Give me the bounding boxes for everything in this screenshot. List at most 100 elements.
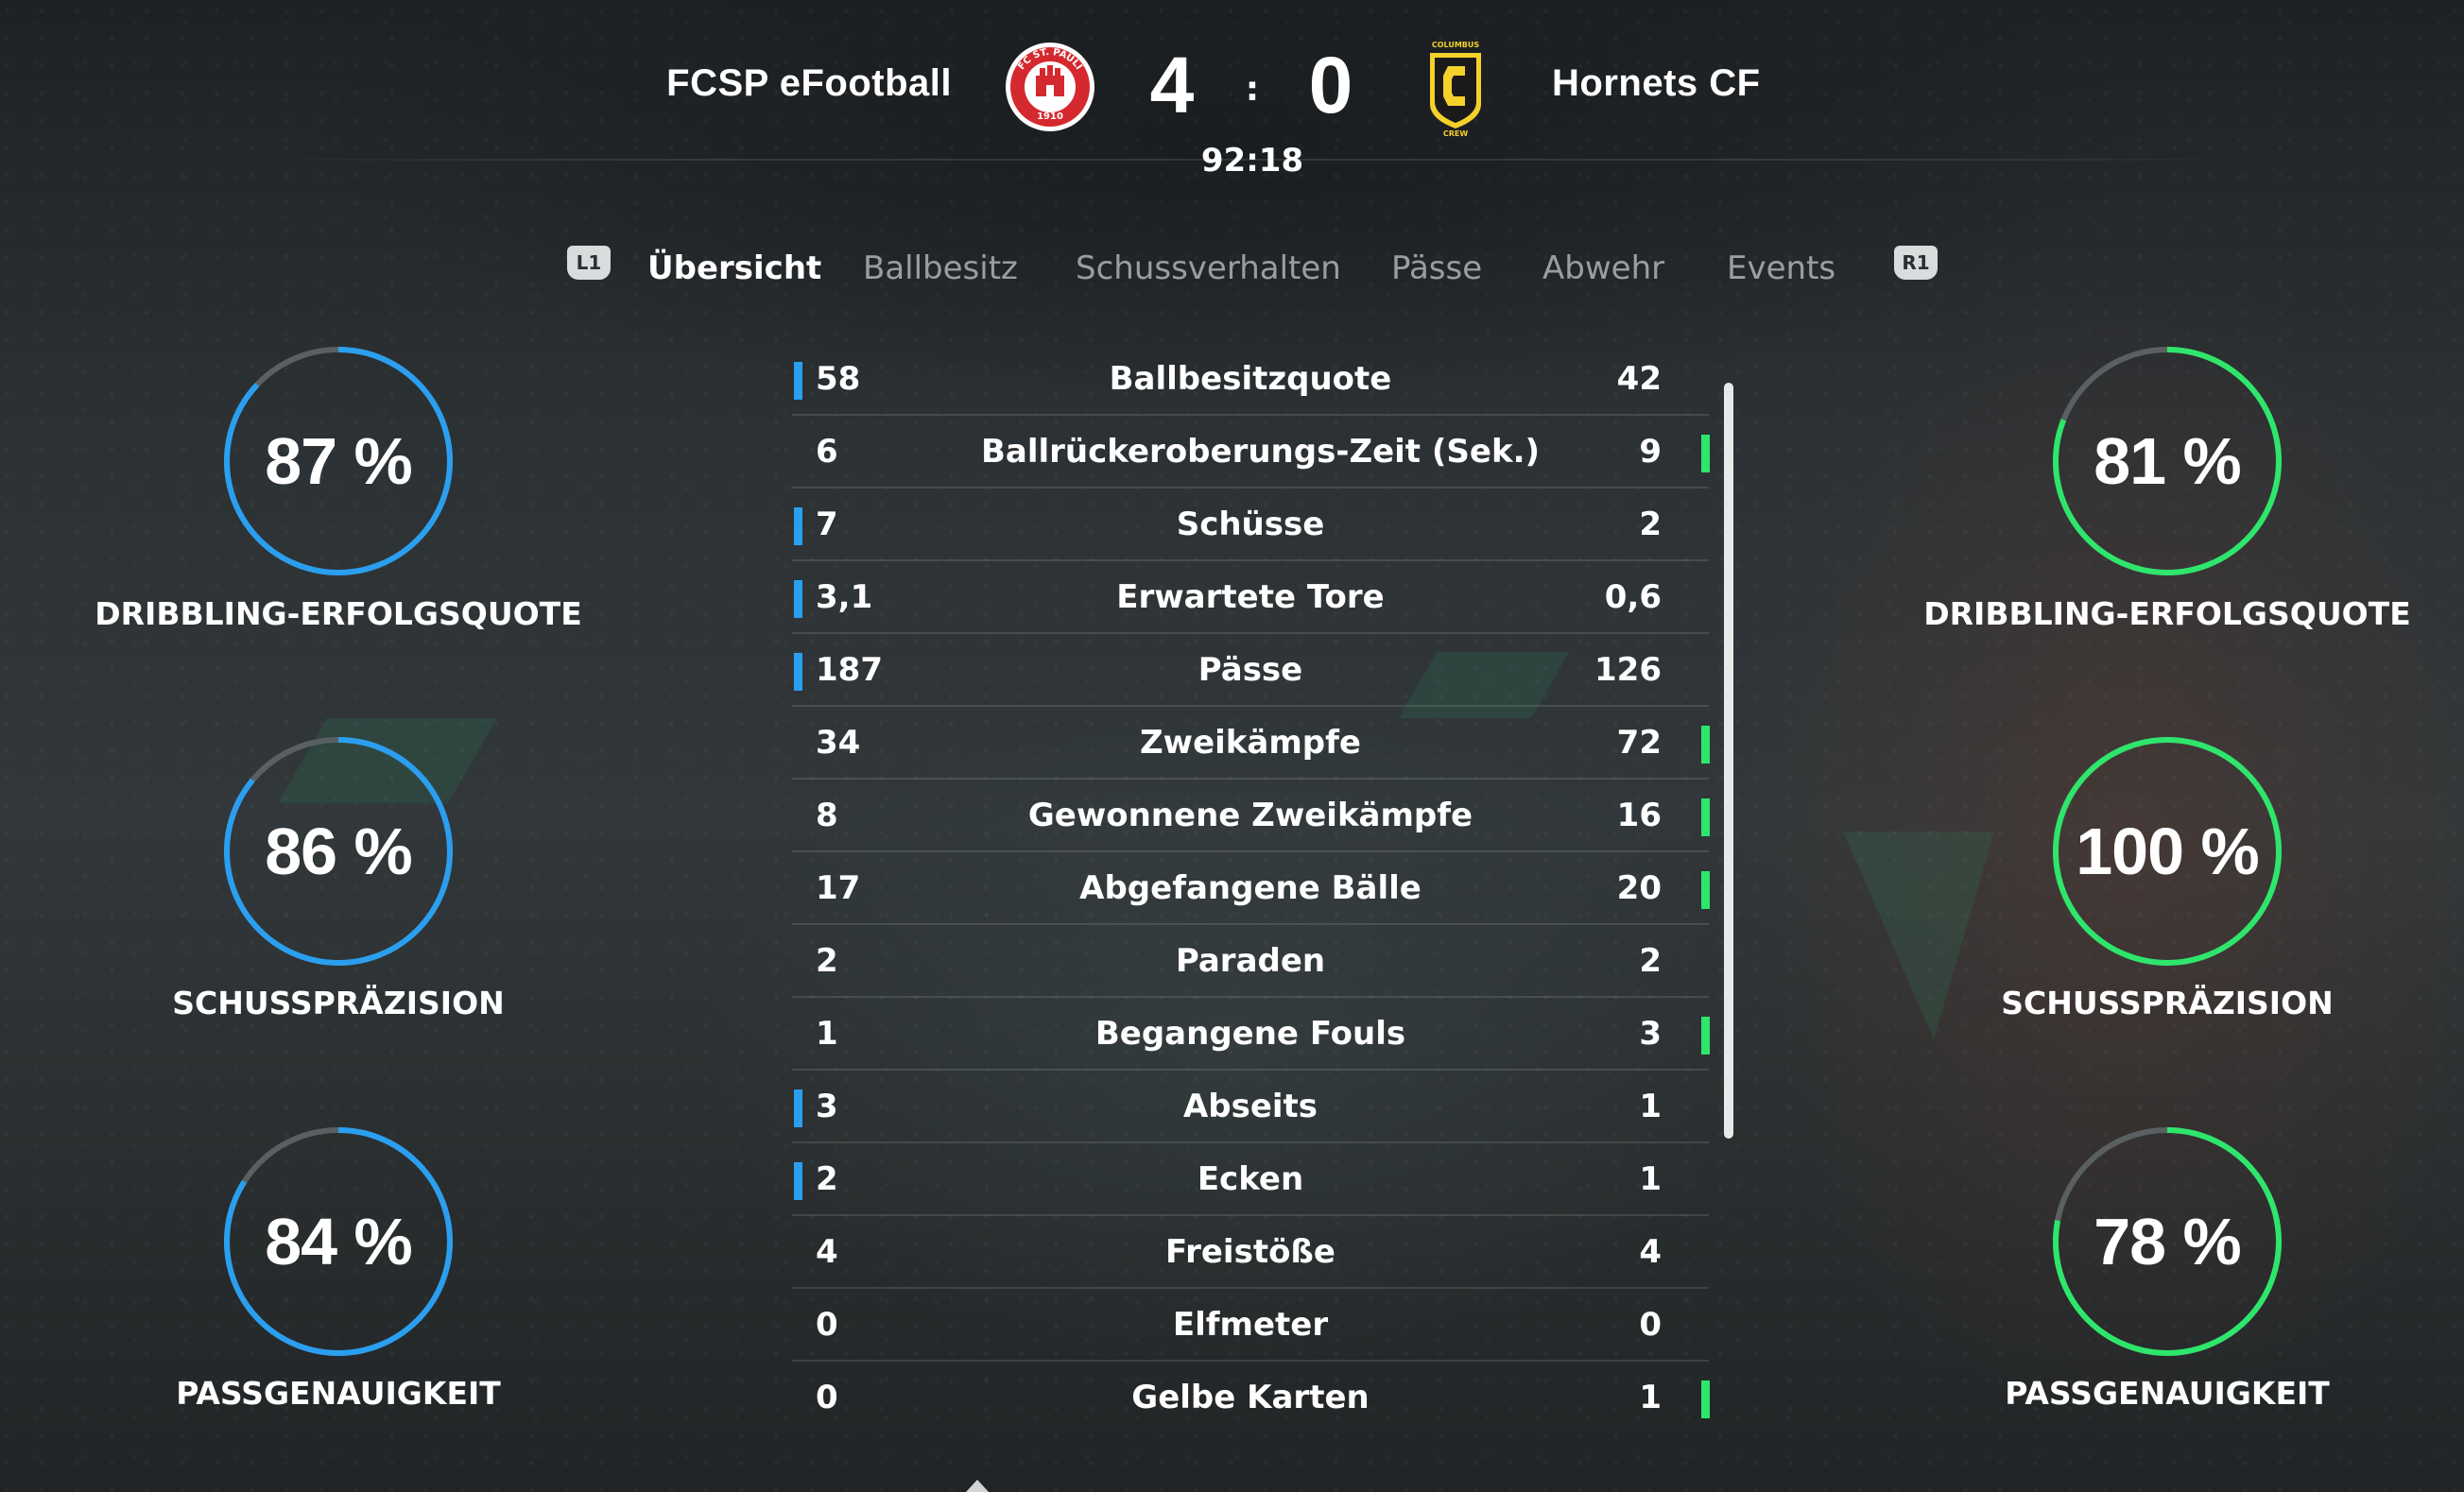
stat-away-value: 72 [1616,724,1662,762]
stat-label: Freistöße [1165,1233,1335,1271]
tab-events[interactable]: Events [1727,242,1835,295]
home-lead-bar [794,653,802,691]
stat-away-value: 0,6 [1604,578,1662,616]
stat-home-value: 17 [816,869,861,907]
home-team-name: FCSP eFootball [666,62,952,104]
stat-away-value: 3 [1639,1015,1662,1053]
away-team-crest: COLUMBUS CREW [1422,38,1489,138]
stat-row: 3 Abseits 1 [792,1071,1709,1143]
stat-away-value: 2 [1639,506,1662,543]
stat-away-value: 1 [1639,1379,1662,1416]
home-lead-bar [794,1162,802,1200]
stat-home-value: 8 [816,797,838,834]
stats-scrollbar[interactable] [1724,383,1733,1139]
home-shot-accuracy-gauge: 86 % [220,733,457,969]
stat-label: Paraden [1175,942,1326,980]
stat-row: 187 Pässe 126 [792,634,1709,707]
away-score: 0 [1308,41,1353,129]
stat-row: 4 Freistöße 4 [792,1216,1709,1289]
stat-row: 7 Schüsse 2 [792,489,1709,561]
home-pass-accuracy-label: PASSGENAUIGKEIT [176,1375,501,1412]
stat-label: Zweikämpfe [1140,724,1361,762]
home-lead-bar [794,507,802,545]
gauge-value: 81 % [2094,424,2242,498]
tab-uebersicht[interactable]: Übersicht [647,242,821,295]
away-team-name: Hornets CF [1552,62,1761,104]
home-dribbling-gauge: 87 % [220,343,457,579]
gauge-value: 84 % [265,1205,413,1278]
stat-home-value: 1 [816,1015,838,1053]
stat-away-value: 1 [1639,1088,1662,1125]
stat-away-value: 126 [1594,651,1662,689]
stat-label: Gelbe Karten [1131,1379,1370,1416]
stat-home-value: 4 [816,1233,838,1271]
away-crest-top-text: COLUMBUS [1432,41,1480,49]
stat-label: Erwartete Tore [1116,578,1385,616]
gauge-value: 86 % [265,815,413,888]
stat-label: Begangene Fouls [1094,1015,1406,1053]
stat-row: 6 Ballrückeroberungs-Zeit (Sek.) 9 [792,416,1710,489]
l1-bumper-icon[interactable]: L1 [567,246,611,280]
away-lead-bar [1701,1017,1710,1055]
match-clock: 92:18 [1200,142,1304,180]
stat-row: 0 Elfmeter 0 [792,1289,1709,1362]
stat-home-value: 7 [816,506,838,543]
stat-away-value: 20 [1616,869,1662,907]
stat-label: Abgefangene Bälle [1079,869,1422,907]
away-shot-accuracy-gauge: 100 % [2049,733,2285,969]
match-stats-table[interactable]: 58 Ballbesitzquote 42 6 Ballrückeroberungs-Z… [792,343,1710,1434]
stat-home-value: 0 [816,1306,838,1344]
away-dribbling-label: DRIBBLING-ERFOLGSQUOTE [1923,595,2411,632]
home-lead-bar [794,1089,802,1127]
stat-row: 2 Paraden 2 [792,925,1709,998]
r1-bumper-icon[interactable]: R1 [1894,246,1938,280]
columbus-crew-crest-icon: COLUMBUS CREW [1430,41,1481,138]
stat-label: Ballrückeroberungs-Zeit (Sek.) [981,433,1541,471]
tab-abwehr[interactable]: Abwehr [1542,242,1664,295]
home-dribbling-label: DRIBBLING-ERFOLGSQUOTE [95,595,582,632]
stat-row: 34 Zweikämpfe 72 [792,707,1710,780]
away-pass-accuracy-gauge: 78 % [2049,1123,2285,1360]
stat-home-value: 3,1 [816,578,873,616]
home-crest-year-text: 1910 [1037,111,1063,122]
away-shot-accuracy-label: SCHUSSPRÄZISION [2001,985,2334,1021]
fc-st-pauli-crest-icon: FC ST. PAULI 1910 [1006,43,1094,131]
stat-away-value: 0 [1639,1306,1662,1344]
stat-row: 1 Begangene Fouls 3 [792,998,1710,1071]
home-shot-accuracy-label: SCHUSSPRÄZISION [172,985,505,1021]
home-score: 4 [1149,41,1195,129]
gauge-value: 78 % [2094,1205,2242,1278]
away-pass-accuracy-label: PASSGENAUIGKEIT [2005,1375,2330,1412]
stat-home-value: 58 [816,360,861,398]
tab-paesse[interactable]: Pässe [1391,242,1482,295]
stat-label: Pässe [1198,651,1303,689]
stat-home-value: 2 [816,942,838,980]
stat-row: 8 Gewonnene Zweikämpfe 16 [792,780,1710,852]
header-divider [236,159,2268,161]
stat-away-value: 16 [1616,797,1662,834]
stat-label: Schüsse [1176,506,1325,543]
stat-label: Abseits [1182,1088,1318,1125]
away-lead-bar [1701,435,1710,472]
away-lead-bar [1701,798,1710,836]
stat-label: Ecken [1197,1160,1304,1198]
away-dribbling-gauge: 81 % [2049,343,2285,579]
stat-label: Elfmeter [1172,1306,1329,1344]
home-team-crest: FC ST. PAULI 1910 [1005,42,1095,132]
stat-row: 58 Ballbesitzquote 42 [792,343,1709,416]
stat-away-value: 1 [1639,1160,1662,1198]
home-pass-accuracy-gauge: 84 % [220,1123,457,1360]
stats-tab-bar: L1 Übersicht Ballbesitz Schussverhalten … [0,242,2464,295]
stat-label: Ballbesitzquote [1109,360,1392,398]
stat-home-value: 34 [816,724,861,762]
stat-home-value: 6 [816,433,838,471]
home-lead-bar [794,362,802,400]
stat-row: 2 Ecken 1 [792,1143,1709,1216]
tab-ballbesitz[interactable]: Ballbesitz [863,242,1018,295]
stat-away-value: 42 [1616,360,1662,398]
stat-home-value: 0 [816,1379,838,1416]
tab-schussverhalten[interactable]: Schussverhalten [1076,242,1341,295]
away-lead-bar [1701,726,1710,763]
home-lead-bar [794,580,802,618]
away-lead-bar [1701,1381,1710,1418]
